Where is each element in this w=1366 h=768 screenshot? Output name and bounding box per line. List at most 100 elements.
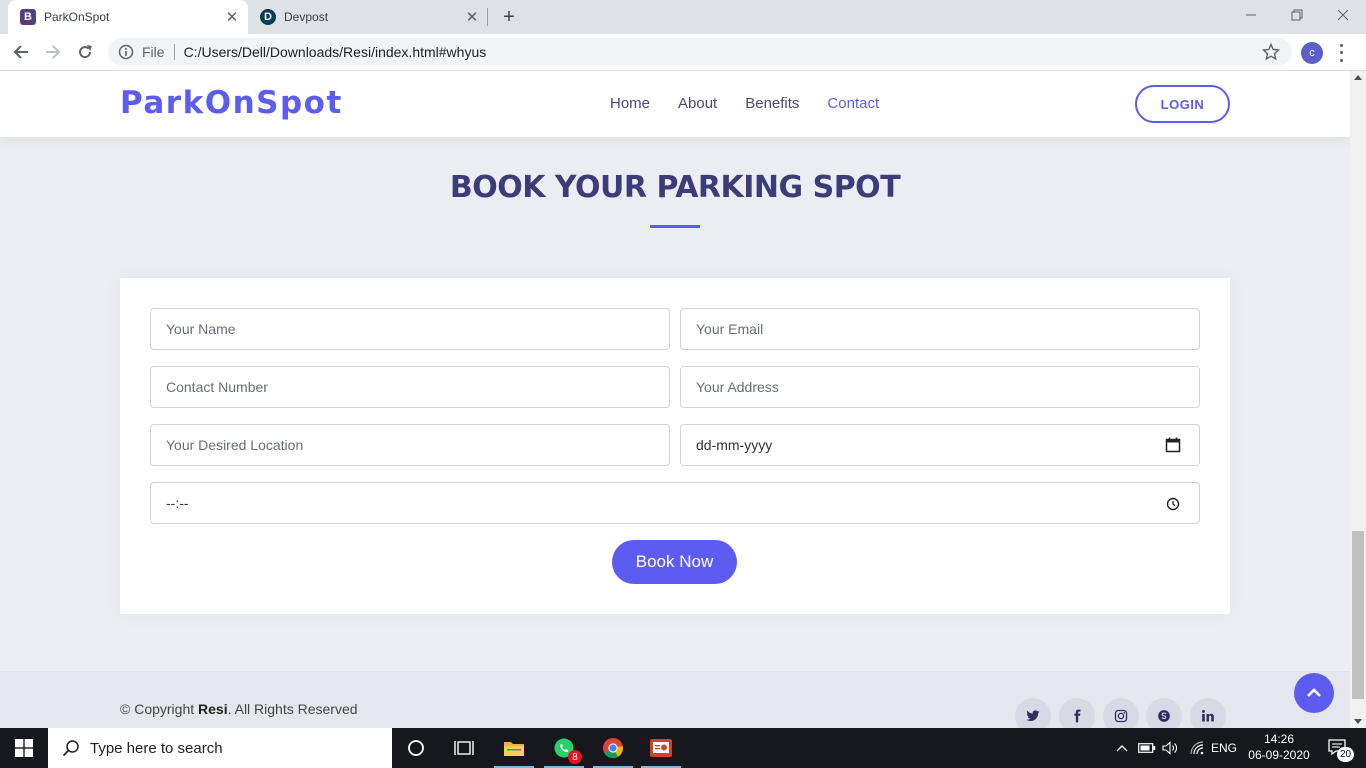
task-view-button[interactable] <box>440 728 488 768</box>
page-scrollbar[interactable] <box>1350 71 1366 728</box>
input-language-indicator[interactable]: ENG <box>1210 728 1238 768</box>
time-field[interactable]: --:-- <box>150 482 1200 524</box>
date-field-value: dd-mm-yyyy <box>696 437 773 453</box>
bookmark-star-icon[interactable] <box>1262 43 1280 61</box>
browser-toolbar: File C:/Users/Dell/Downloads/Resi/index.… <box>0 34 1366 71</box>
scroll-down-arrow-icon[interactable] <box>1354 719 1362 724</box>
devpost-favicon-icon: D <box>260 9 276 25</box>
powerpoint-taskbar-button[interactable] <box>637 728 685 768</box>
date-field[interactable]: dd-mm-yyyy <box>680 424 1200 466</box>
cortana-circle-icon <box>408 740 424 756</box>
linkedin-icon <box>1202 710 1214 722</box>
clock-time: 14:26 <box>1263 732 1295 746</box>
arrow-left-icon <box>13 45 28 59</box>
volume-tray-button[interactable] <box>1160 728 1182 768</box>
network-tray-button[interactable] <box>1186 728 1208 768</box>
clock-date: 06-09-2020 <box>1248 748 1310 762</box>
email-field[interactable]: Your Email <box>680 308 1200 350</box>
new-tab-button[interactable]: + <box>497 5 521 29</box>
action-center-button[interactable]: 20 <box>1320 728 1356 768</box>
bootstrap-favicon-icon: B <box>20 9 36 25</box>
copyright-prefix: © Copyright <box>120 701 199 717</box>
skype-link[interactable] <box>1146 698 1182 728</box>
chrome-icon <box>603 738 624 759</box>
wifi-icon <box>1190 741 1204 755</box>
minimize-window-button[interactable] <box>1228 0 1274 30</box>
main-nav: Home About Benefits Contact <box>610 95 879 112</box>
linkedin-link[interactable] <box>1190 698 1226 728</box>
copyright-text: © Copyright Resi. All Rights Reserved <box>120 701 358 717</box>
reload-button[interactable] <box>72 39 98 65</box>
search-icon <box>62 740 79 757</box>
book-now-button[interactable]: Book Now <box>612 540 737 584</box>
nav-benefits[interactable]: Benefits <box>745 95 799 112</box>
back-button[interactable] <box>8 39 34 65</box>
back-to-top-button[interactable] <box>1294 673 1334 713</box>
task-view-icon <box>454 741 474 755</box>
tab-devpost[interactable]: D Devpost ✕ <box>248 0 488 34</box>
clock-icon[interactable] <box>1165 496 1181 512</box>
minimize-icon <box>1246 14 1256 16</box>
tab-separator <box>487 8 488 26</box>
facebook-link[interactable] <box>1059 698 1095 728</box>
url-separator <box>173 44 175 60</box>
browser-menu-icon[interactable] <box>1334 42 1348 64</box>
instagram-icon <box>1114 709 1128 723</box>
start-button[interactable] <box>0 728 48 768</box>
url-text[interactable]: C:/Users/Dell/Downloads/Resi/index.html#… <box>184 44 487 60</box>
taskbar-search-placeholder: Type here to search <box>90 739 223 757</box>
address-field[interactable]: Your Address <box>680 366 1200 408</box>
copyright-brand: Resi <box>198 701 228 717</box>
forward-button[interactable] <box>40 39 66 65</box>
calendar-icon[interactable] <box>1165 437 1181 453</box>
copyright-suffix: . All Rights Reserved <box>227 701 358 717</box>
skype-icon <box>1158 710 1170 722</box>
site-header: ParkOnSpot Home About Benefits Contact L… <box>0 71 1350 137</box>
desired-location-field[interactable]: Your Desired Location <box>150 424 670 466</box>
battery-tray-button[interactable] <box>1136 728 1158 768</box>
taskbar-clock[interactable]: 14:26 06-09-2020 <box>1246 731 1312 763</box>
close-window-button[interactable] <box>1320 0 1366 30</box>
url-scheme-label: File <box>142 44 165 60</box>
browser-tab-bar: B ParkOnSpot ✕ D Devpost ✕ + <box>0 0 1366 34</box>
restore-window-button[interactable] <box>1274 0 1320 30</box>
reload-icon <box>79 45 92 59</box>
tab-title: Devpost <box>284 10 329 24</box>
login-button[interactable]: LOGIN <box>1135 85 1230 123</box>
tab-parkonspot[interactable]: B ParkOnSpot ✕ <box>8 0 248 34</box>
scrollbar-thumb[interactable] <box>1352 531 1364 699</box>
folder-icon <box>504 742 524 756</box>
instagram-link[interactable] <box>1103 698 1139 728</box>
restore-icon <box>1291 9 1303 21</box>
whatsapp-taskbar-button[interactable]: 8 <box>540 728 588 768</box>
site-footer: © Copyright Resi. All Rights Reserved <box>0 671 1350 728</box>
chevron-up-icon <box>1116 745 1128 752</box>
info-icon[interactable] <box>118 44 134 60</box>
scroll-up-arrow-icon[interactable] <box>1354 75 1362 80</box>
arrow-right-icon <box>46 45 61 59</box>
close-tab-icon[interactable]: ✕ <box>222 7 242 27</box>
speaker-icon <box>1162 741 1177 755</box>
nav-home[interactable]: Home <box>610 95 650 112</box>
profile-avatar[interactable]: c <box>1301 42 1323 64</box>
site-logo[interactable]: ParkOnSpot <box>120 85 343 121</box>
whatsapp-unread-badge: 8 <box>568 750 582 764</box>
nav-contact[interactable]: Contact <box>827 95 879 112</box>
section-title: BOOK YOUR PARKING SPOT <box>449 170 901 205</box>
show-hidden-icons-button[interactable] <box>1112 728 1132 768</box>
close-icon <box>1337 9 1349 21</box>
nav-about[interactable]: About <box>678 95 717 112</box>
file-explorer-taskbar-button[interactable] <box>490 728 538 768</box>
address-bar[interactable]: File C:/Users/Dell/Downloads/Resi/index.… <box>108 38 1292 66</box>
cortana-button[interactable] <box>392 728 440 768</box>
twitter-link[interactable] <box>1015 698 1051 728</box>
tab-title: ParkOnSpot <box>44 10 110 24</box>
notification-count-badge: 20 <box>1337 747 1354 762</box>
battery-icon <box>1138 743 1156 753</box>
name-field[interactable]: Your Name <box>150 308 670 350</box>
taskbar-search-box[interactable]: Type here to search <box>48 728 392 768</box>
page-viewport: ParkOnSpot Home About Benefits Contact L… <box>0 71 1350 728</box>
contact-number-field[interactable]: Contact Number <box>150 366 670 408</box>
chrome-taskbar-button[interactable] <box>589 728 637 768</box>
close-tab-icon[interactable]: ✕ <box>462 7 482 27</box>
